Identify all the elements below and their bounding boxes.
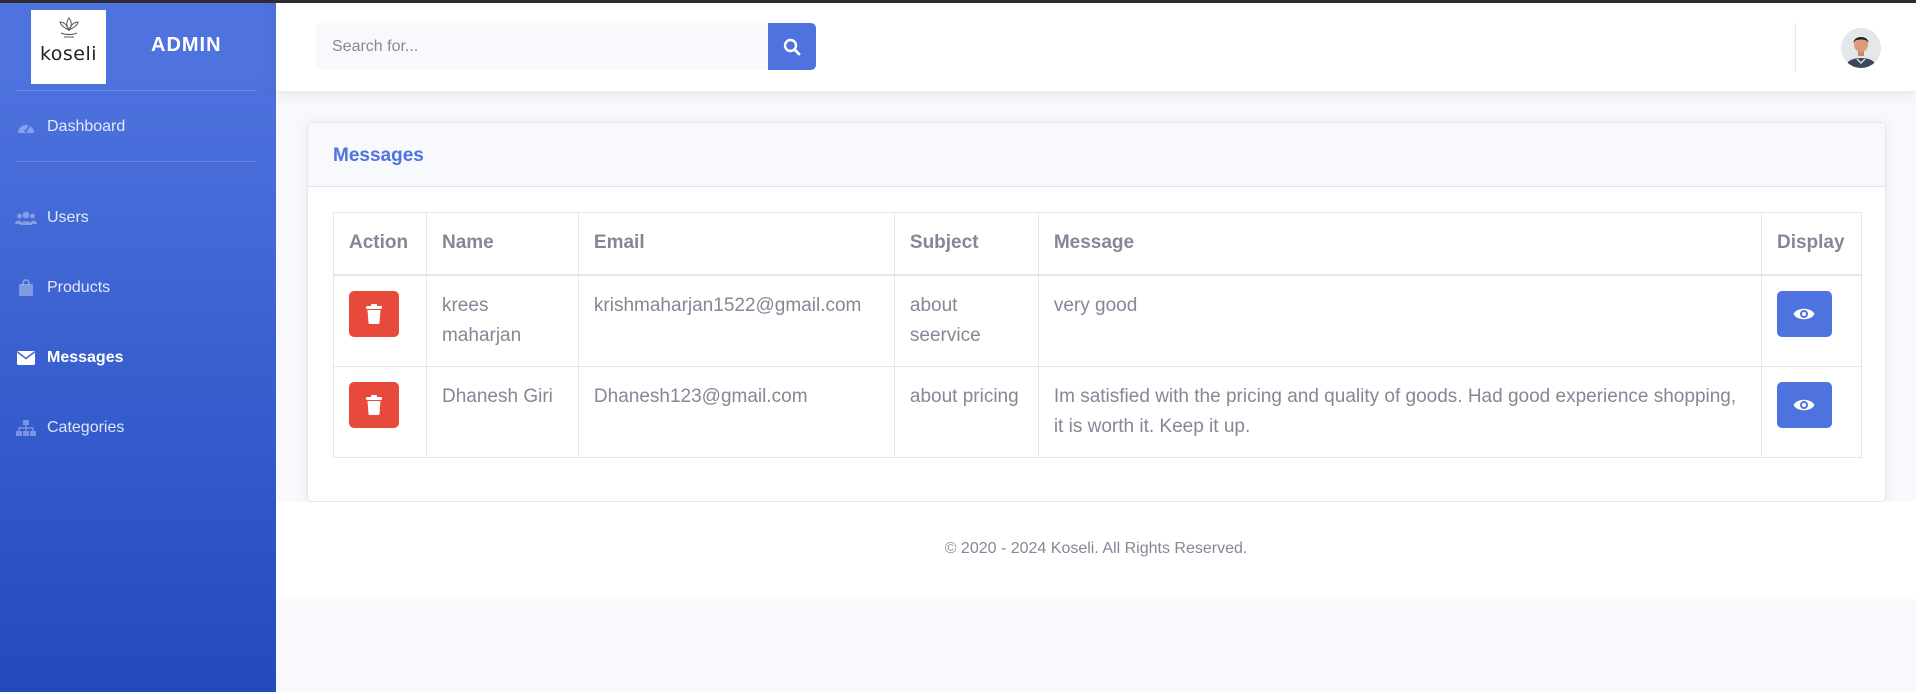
page-title: Messages	[333, 145, 424, 166]
sidebar-item-dashboard[interactable]: Dashboard	[15, 113, 260, 141]
brand-logo: koseli	[31, 10, 106, 84]
brand-title: ADMIN	[151, 34, 222, 56]
column-header: Email	[577, 212, 895, 276]
name-cell: Dhanesh Giri	[425, 365, 579, 458]
search-input[interactable]	[316, 23, 768, 70]
sidebar-item-label: Dashboard	[47, 118, 126, 135]
user-avatar[interactable]	[1841, 28, 1881, 68]
table-row: Dhanesh Giri Dhanesh123@gmail.com about …	[333, 365, 1863, 458]
sidebar-divider	[16, 161, 257, 162]
display-cell	[1760, 274, 1863, 367]
delete-button[interactable]	[349, 381, 399, 428]
trash-icon	[366, 394, 382, 415]
display-cell	[1760, 365, 1863, 458]
search-bar	[316, 23, 816, 70]
sidebar-brand[interactable]: koseli ADMIN	[0, 0, 276, 90]
footer: © 2020 - 2024 Koseli. All Rights Reserve…	[276, 502, 1916, 599]
trash-icon	[366, 303, 382, 324]
table-row: krees maharjan krishmaharjan1522@gmail.c…	[333, 274, 1863, 367]
eye-icon	[1793, 399, 1815, 410]
table-header-row: Action Name Email Subject Message Displa…	[333, 212, 1863, 276]
sidebar-item-label: Products	[47, 279, 111, 296]
sidebar-divider	[16, 90, 257, 91]
column-header: Action	[333, 212, 427, 276]
action-cell	[333, 365, 427, 458]
delete-button[interactable]	[349, 290, 399, 337]
search-icon	[783, 38, 801, 55]
action-cell	[333, 274, 427, 367]
sidebar-item-messages[interactable]: Messages	[15, 344, 260, 372]
email-cell: krishmaharjan1522@gmail.com	[577, 274, 895, 367]
column-header: Name	[425, 212, 579, 276]
eye-icon	[1793, 308, 1815, 319]
sidebar-item-label: Categories	[47, 419, 125, 436]
sitemap-icon	[15, 419, 37, 437]
topbar-divider	[1795, 23, 1796, 71]
copyright-text: © 2020 - 2024 Koseli. All Rights Reserve…	[944, 540, 1248, 557]
messages-card: Messages Action Name Email Subject Messa…	[307, 122, 1886, 502]
sidebar: koseli ADMIN Dashboard Users Products Me…	[0, 0, 276, 692]
card-header: Messages	[308, 123, 1885, 187]
search-button[interactable]	[768, 23, 816, 70]
users-icon	[15, 209, 37, 227]
sidebar-item-products[interactable]: Products	[15, 274, 260, 302]
column-header: Display	[1760, 212, 1863, 276]
name-cell: krees maharjan	[425, 274, 579, 367]
envelope-icon	[15, 349, 37, 367]
sidebar-item-categories[interactable]: Categories	[15, 414, 260, 442]
messages-table: Action Name Email Subject Message Displa…	[333, 212, 1863, 458]
subject-cell: about pricing	[893, 365, 1039, 458]
sidebar-item-users[interactable]: Users	[15, 204, 260, 232]
window-top-border	[0, 0, 1916, 3]
brand-logo-text: koseli	[39, 43, 98, 65]
email-cell: Dhanesh123@gmail.com	[577, 365, 895, 458]
lotus-icon	[59, 17, 79, 38]
shopping-bag-icon	[15, 279, 37, 297]
column-header: Message	[1037, 212, 1762, 276]
message-cell: Im satisfied with the pricing and qualit…	[1037, 365, 1762, 458]
view-button[interactable]	[1776, 381, 1832, 428]
message-cell: very good	[1037, 274, 1762, 367]
view-button[interactable]	[1776, 290, 1832, 337]
subject-cell: about seervice	[893, 274, 1039, 367]
sidebar-item-label: Messages	[47, 349, 124, 366]
tachometer-icon	[15, 118, 37, 136]
topbar	[276, 3, 1916, 91]
sidebar-item-label: Users	[47, 209, 89, 226]
column-header: Subject	[893, 212, 1039, 276]
